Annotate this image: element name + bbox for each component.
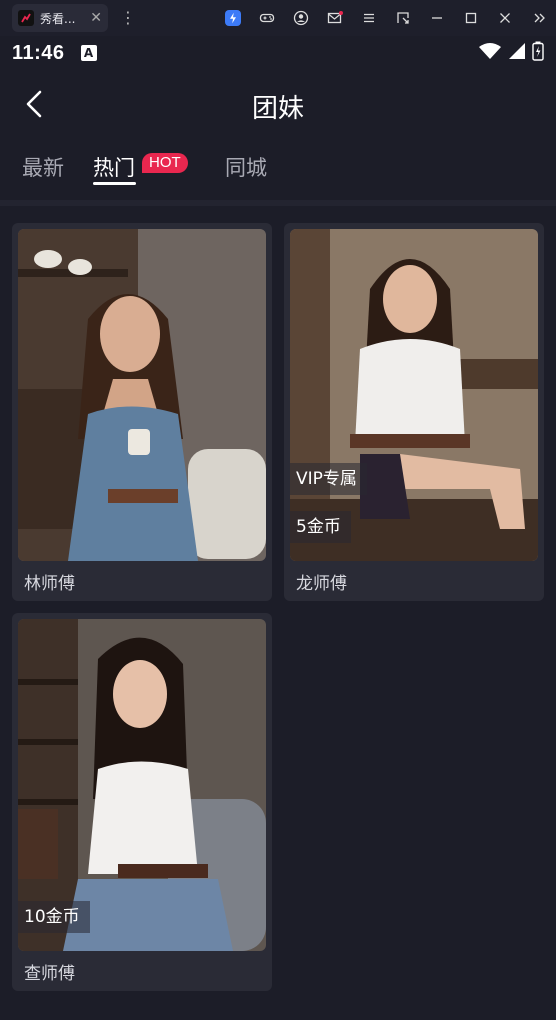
notification-icon: A: [80, 45, 97, 61]
account-icon[interactable]: [284, 0, 318, 36]
expand-icon[interactable]: [522, 0, 556, 36]
close-window-icon[interactable]: [488, 0, 522, 36]
browser-tab[interactable]: 秀看... ✕: [12, 4, 108, 32]
tab-hot[interactable]: 热门: [93, 152, 135, 182]
battery-icon: [532, 41, 544, 65]
more-menu-icon[interactable]: ⋮: [120, 10, 136, 26]
page-title: 团妹: [251, 94, 304, 124]
resize-icon[interactable]: [386, 0, 420, 36]
minimize-icon[interactable]: [420, 0, 454, 36]
status-time: 11:46: [12, 41, 65, 64]
vip-badge: VIP专属: [290, 463, 367, 495]
profile-name: 查师傅: [24, 964, 75, 984]
emulator-toolbar: 秀看... ✕ ⋮: [0, 0, 556, 36]
tab-active-indicator: [93, 182, 136, 185]
profile-name: 林师傅: [24, 574, 75, 594]
tab-local[interactable]: 同城: [225, 152, 267, 182]
profile-photo[interactable]: [18, 229, 266, 561]
hot-badge: HOT: [142, 153, 188, 173]
tab-close-icon[interactable]: ✕: [90, 10, 102, 26]
profile-card[interactable]: 10金币 查师傅: [12, 613, 272, 991]
tab-latest[interactable]: 最新: [22, 152, 64, 182]
signal-icon: [508, 42, 526, 64]
tabs-divider: [0, 200, 556, 206]
profile-card[interactable]: 林师傅: [12, 223, 272, 601]
mail-icon[interactable]: [318, 0, 352, 36]
bolt-icon[interactable]: [216, 0, 250, 36]
price-badge: 10金币: [18, 901, 90, 933]
price-badge: 5金币: [290, 511, 351, 543]
hamburger-menu-icon[interactable]: [352, 0, 386, 36]
profile-name: 龙师傅: [296, 574, 347, 594]
wifi-icon: [478, 42, 502, 64]
status-bar: 11:46 A: [0, 36, 556, 70]
category-tabs: 最新 热门 HOT 同城: [0, 146, 556, 190]
profile-card[interactable]: VIP专属 5金币 龙师傅: [284, 223, 544, 601]
page-header: 团妹: [0, 76, 556, 132]
maximize-icon[interactable]: [454, 0, 488, 36]
tab-title: 秀看...: [40, 11, 76, 26]
gamepad-icon[interactable]: [250, 0, 284, 36]
app-favicon-icon: [18, 10, 34, 26]
